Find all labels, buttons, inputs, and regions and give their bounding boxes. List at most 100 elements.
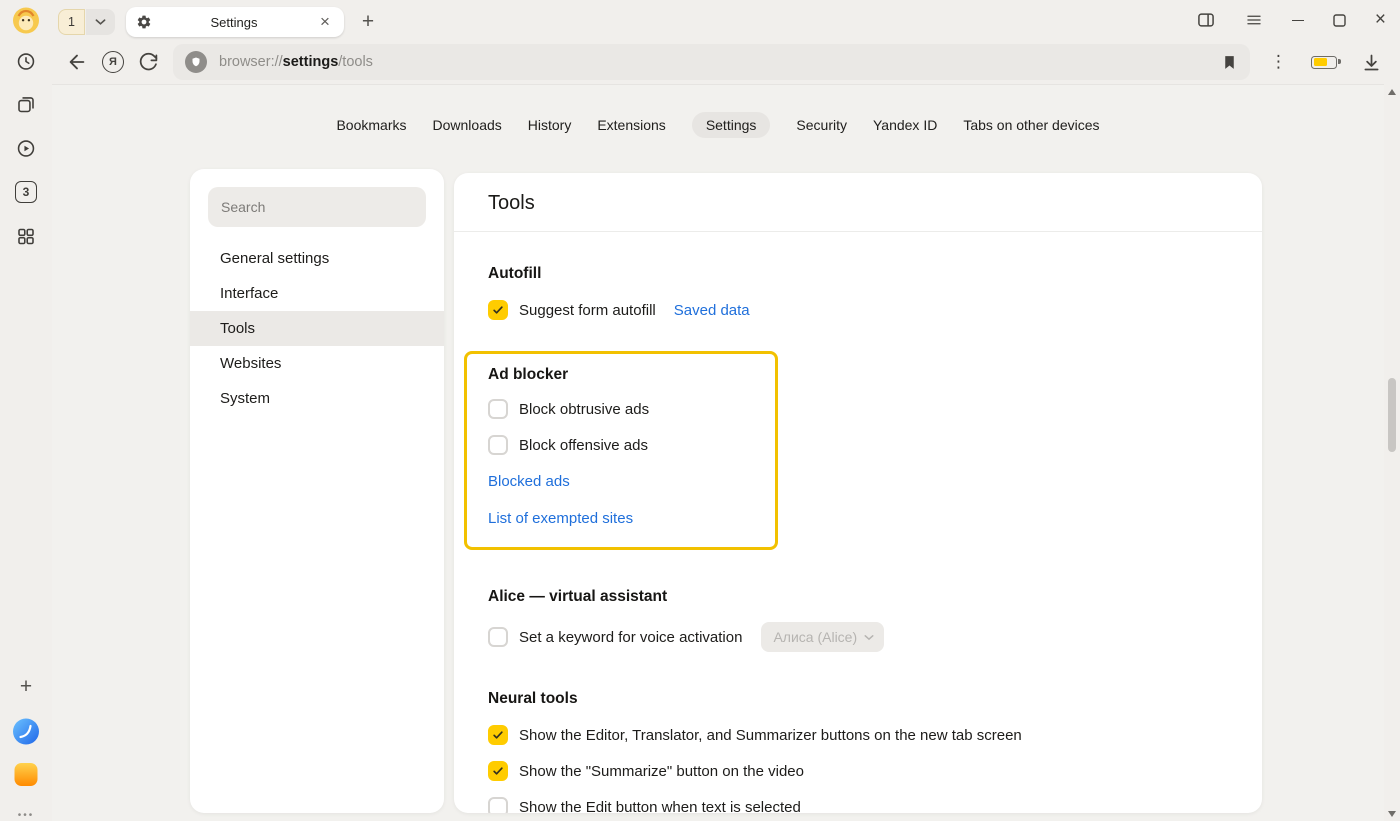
suggest-autofill-row: Suggest form autofill Saved data (488, 299, 1228, 321)
ad-blocker-heading: Ad blocker (488, 366, 759, 384)
battery-fill (1314, 58, 1328, 66)
editor-buttons-checkbox[interactable] (488, 725, 508, 745)
tab-group-chevron[interactable] (86, 9, 115, 35)
close-button[interactable]: × (1375, 11, 1386, 29)
blocked-ads-link[interactable]: Blocked ads (488, 471, 759, 493)
alice-keyword-select[interactable]: Алиса (Alice) (761, 622, 884, 652)
edit-button-label: Show the Edit button when text is select… (519, 799, 801, 814)
window-controls: × (1196, 0, 1386, 40)
mascot-icon (13, 7, 40, 34)
browser-app-icon[interactable] (13, 718, 40, 745)
menu-icon[interactable] (1245, 11, 1263, 29)
tab-history[interactable]: History (528, 112, 572, 138)
block-obtrusive-label: Block obtrusive ads (519, 401, 649, 418)
tab-yandex-id[interactable]: Yandex ID (873, 112, 937, 138)
settings-nav: Bookmarks Downloads History Extensions S… (52, 85, 1384, 138)
neural-tools-heading: Neural tools (488, 690, 1228, 708)
url-prefix: browser:// (219, 54, 283, 70)
settings-content: Tools Autofill Suggest form autofill Sav… (454, 173, 1262, 813)
alice-heading: Alice — virtual assistant (488, 588, 1228, 606)
sidebar-item-tools[interactable]: Tools (190, 311, 444, 346)
ad-blocker-highlight: Ad blocker Block obtrusive ads Block off… (464, 351, 778, 550)
shield-icon (190, 56, 202, 68)
saved-data-link[interactable]: Saved data (674, 302, 750, 319)
search-input-wrap (208, 187, 426, 227)
new-tab-button[interactable]: + (357, 10, 379, 34)
toolbar-menu-icon[interactable]: ⋮ (1270, 54, 1287, 70)
scrollbar (1384, 84, 1400, 821)
reload-button[interactable] (138, 52, 159, 73)
neural-row-editor-buttons: Show the Editor, Translator, and Summari… (488, 724, 1228, 746)
profile-avatar[interactable] (13, 7, 40, 34)
sidebar-item-general-settings[interactable]: General settings (190, 241, 444, 276)
tab-group-counter[interactable]: 1 (58, 9, 85, 35)
tab-settings[interactable]: Settings (692, 112, 771, 138)
tab-downloads[interactable]: Downloads (433, 112, 502, 138)
tab-title: Settings (152, 15, 316, 30)
tab-security[interactable]: Security (796, 112, 847, 138)
maximize-button[interactable] (1333, 14, 1346, 27)
suggest-autofill-label: Suggest form autofill (519, 302, 656, 319)
check-icon (491, 728, 505, 742)
side-panel-icon[interactable] (1196, 10, 1216, 30)
scroll-up-arrow[interactable] (1388, 89, 1396, 95)
divider (454, 231, 1262, 232)
tab-strip: 1 Settings × + (58, 7, 379, 37)
tab-extensions[interactable]: Extensions (597, 112, 665, 138)
left-rail: 3 + ••• (0, 0, 52, 821)
alice-keyword-checkbox[interactable] (488, 627, 508, 647)
app-icon-orange[interactable] (14, 762, 39, 787)
alice-keyword-label: Set a keyword for voice activation (519, 629, 742, 646)
url-suffix: /tools (338, 54, 373, 70)
protect-shield-icon[interactable] (185, 51, 207, 73)
sidebar-item-interface[interactable]: Interface (190, 276, 444, 311)
check-icon (491, 303, 505, 317)
minimize-button[interactable] (1292, 20, 1304, 21)
block-obtrusive-checkbox[interactable] (488, 399, 508, 419)
sidebar-item-system[interactable]: System (190, 381, 444, 416)
apps-grid-icon[interactable] (16, 226, 37, 247)
alice-keyword-row: Set a keyword for voice activation Алиса… (488, 622, 1228, 652)
downloads-icon[interactable] (1361, 52, 1382, 73)
back-button[interactable] (66, 51, 88, 73)
content-area: Bookmarks Downloads History Extensions S… (52, 84, 1384, 821)
address-bar[interactable]: browser://settings/tools (173, 44, 1250, 80)
title-bar: 1 Settings × + × (52, 0, 1400, 40)
yandex-id-glyph: Я (109, 56, 117, 68)
search-input[interactable] (208, 187, 426, 227)
block-offensive-checkbox[interactable] (488, 435, 508, 455)
scrollbar-thumb[interactable] (1388, 378, 1396, 452)
suggest-autofill-checkbox[interactable] (488, 300, 508, 320)
page-title: Tools (488, 173, 1228, 215)
history-icon[interactable] (16, 51, 37, 72)
editor-buttons-label: Show the Editor, Translator, and Summari… (519, 727, 1022, 744)
alice-keyword-select-value: Алиса (Alice) (773, 629, 857, 645)
exempted-sites-link[interactable]: List of exempted sites (488, 508, 759, 530)
tab-close-icon[interactable]: × (316, 13, 334, 31)
yandex-id-icon[interactable]: Я (102, 51, 124, 73)
tab-bookmarks[interactable]: Bookmarks (336, 112, 406, 138)
block-obtrusive-row: Block obtrusive ads (488, 398, 759, 420)
neural-row-summarize-video: Show the "Summarize" button on the video (488, 760, 1228, 782)
tab-other-devices[interactable]: Tabs on other devices (963, 112, 1099, 138)
feed-icon[interactable] (16, 94, 37, 115)
check-icon (491, 764, 505, 778)
autofill-heading: Autofill (488, 265, 1228, 283)
bookmark-icon[interactable] (1221, 54, 1238, 71)
chevron-down-icon (864, 634, 874, 641)
video-icon[interactable] (16, 138, 37, 159)
active-tab[interactable]: Settings × (126, 7, 344, 37)
settings-sidebar: General settings Interface Tools Website… (190, 169, 444, 813)
more-icon[interactable]: ••• (18, 810, 35, 821)
rail-add-icon[interactable]: + (20, 677, 32, 697)
sidebar-item-websites[interactable]: Websites (190, 346, 444, 381)
tabs-count-badge[interactable]: 3 (15, 181, 37, 203)
scroll-down-arrow[interactable] (1388, 811, 1396, 817)
edit-button-checkbox[interactable] (488, 797, 508, 813)
summarize-video-checkbox[interactable] (488, 761, 508, 781)
gear-icon (136, 14, 152, 30)
block-offensive-row: Block offensive ads (488, 434, 759, 456)
chevron-down-icon (95, 18, 106, 26)
battery-icon[interactable] (1311, 56, 1337, 69)
summarize-video-label: Show the "Summarize" button on the video (519, 763, 804, 780)
